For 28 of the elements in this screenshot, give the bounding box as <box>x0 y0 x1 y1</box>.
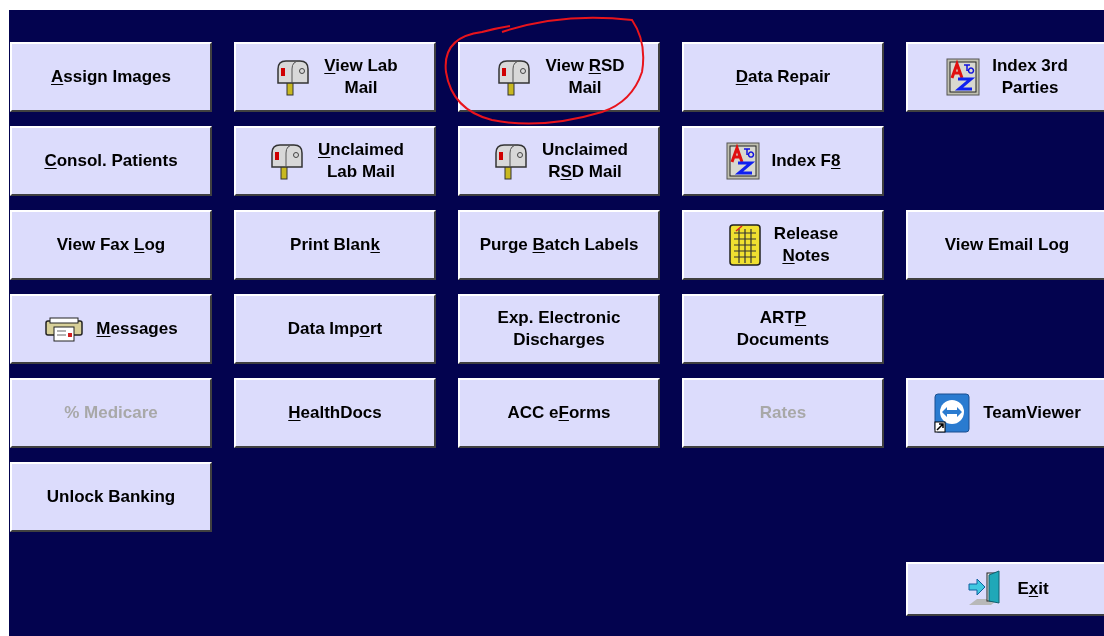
menu-button[interactable]: Index 3rd Parties <box>906 42 1104 112</box>
notebook-icon <box>727 223 762 267</box>
menu-button[interactable]: Unclaimed RSD Mail <box>458 126 660 196</box>
menu-button[interactable]: View Email Log <box>906 210 1104 280</box>
menu-button[interactable]: HealthDocs <box>234 378 436 448</box>
menu-button[interactable]: Consol. Patients <box>10 126 212 196</box>
menu-button[interactable]: Messages <box>10 294 212 364</box>
menu-button[interactable]: Print Blank <box>234 210 436 280</box>
menu-button[interactable]: View RSD Mail <box>458 42 660 112</box>
menu-button[interactable]: View Fax Log <box>10 210 212 280</box>
menu-button[interactable]: TeamViewer <box>906 378 1104 448</box>
menu-button[interactable]: Exp. Electronic Discharges <box>458 294 660 364</box>
menu-button[interactable]: Data Repair <box>682 42 884 112</box>
menu-button[interactable]: Unlock Banking <box>10 462 212 532</box>
menu-button[interactable]: ACC eForms <box>458 378 660 448</box>
menu-button[interactable]: ARTP Documents <box>682 294 884 364</box>
a-to-z-icon <box>725 142 760 180</box>
menu-button[interactable]: Unclaimed Lab Mail <box>234 126 436 196</box>
menu-button[interactable]: Exit <box>906 562 1104 616</box>
menu-button[interactable]: Index F8 <box>682 126 884 196</box>
app-shortcut-icon <box>933 392 972 434</box>
fax-icon <box>44 315 85 343</box>
menu-button[interactable]: View Lab Mail <box>234 42 436 112</box>
menu-button[interactable]: Data Import <box>234 294 436 364</box>
menu-button[interactable]: Purge Batch Labels <box>458 210 660 280</box>
menu-button[interactable]: Assign Images <box>10 42 212 112</box>
a-to-z-icon <box>946 58 981 96</box>
menu-button[interactable]: Release Notes <box>682 210 884 280</box>
